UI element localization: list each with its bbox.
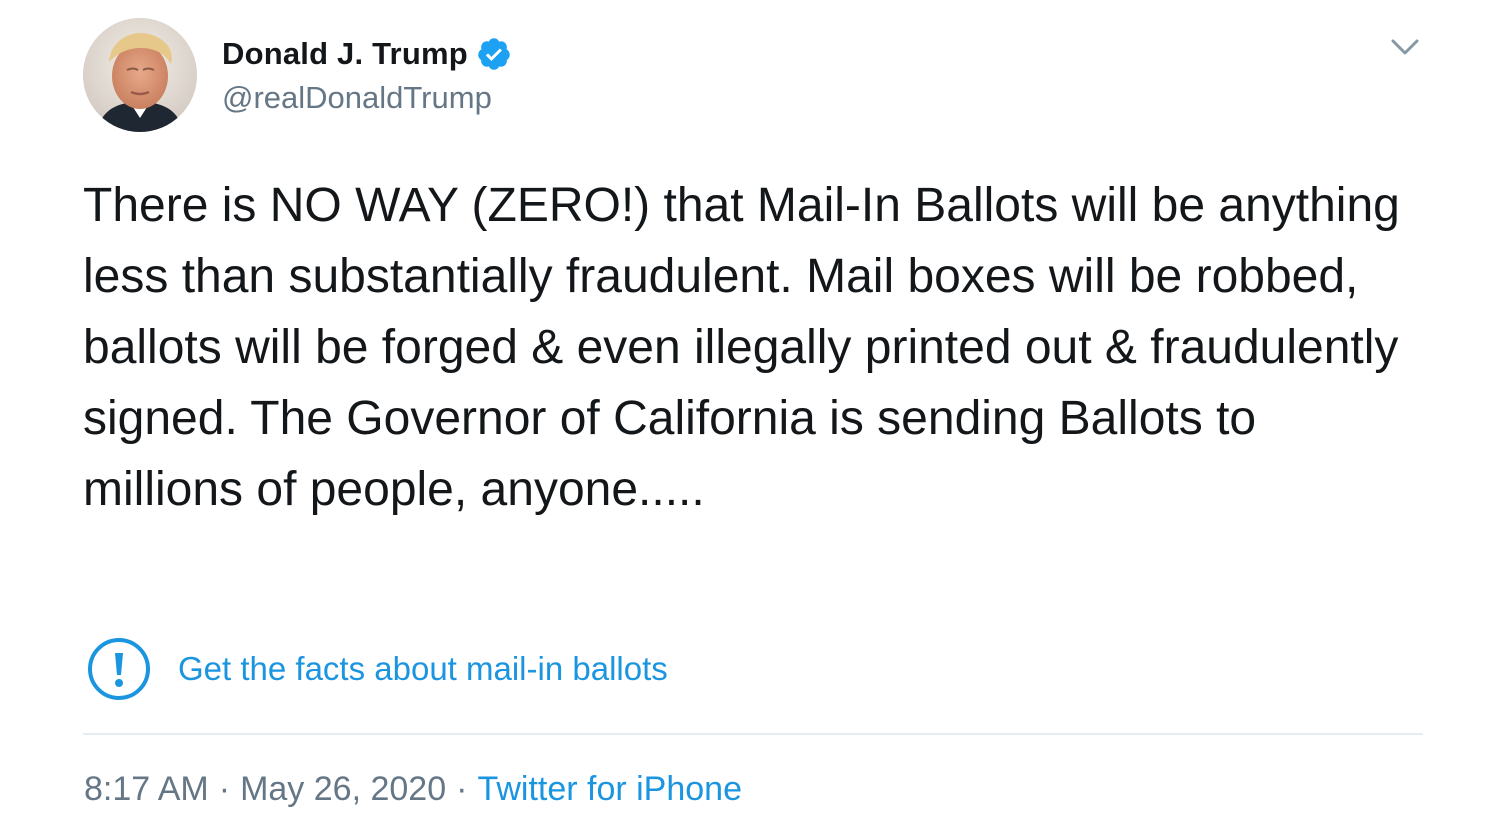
display-name[interactable]: Donald J. Trump (222, 36, 468, 72)
author-block: Donald J. Trump @realDonaldTrump (222, 32, 512, 116)
tweet-card: Donald J. Trump @realDonaldTrump There i… (0, 0, 1500, 837)
chevron-down-icon[interactable] (1388, 34, 1422, 60)
user-handle[interactable]: @realDonaldTrump (222, 80, 512, 116)
display-name-row: Donald J. Trump (222, 32, 512, 76)
meta-separator: · (456, 770, 468, 808)
tweet-time[interactable]: 8:17 AM (84, 770, 209, 808)
divider (83, 733, 1423, 735)
avatar[interactable] (83, 18, 197, 132)
profile-photo-icon (83, 18, 197, 132)
fact-check-notice[interactable]: Get the facts about mail-in ballots (86, 636, 668, 702)
exclamation-circle-icon (88, 638, 150, 700)
tweet-source-link[interactable]: Twitter for iPhone (477, 770, 742, 808)
fact-check-link[interactable]: Get the facts about mail-in ballots (178, 650, 668, 688)
meta-separator: · (218, 770, 231, 808)
tweet-meta: 8:17 AM · May 26, 2020 · Twitter for iPhone (84, 770, 742, 809)
tweet-text: There is NO WAY (ZERO!) that Mail-In Bal… (83, 179, 1414, 516)
tweet-date[interactable]: May 26, 2020 (240, 770, 446, 808)
verified-badge-icon (478, 38, 510, 70)
